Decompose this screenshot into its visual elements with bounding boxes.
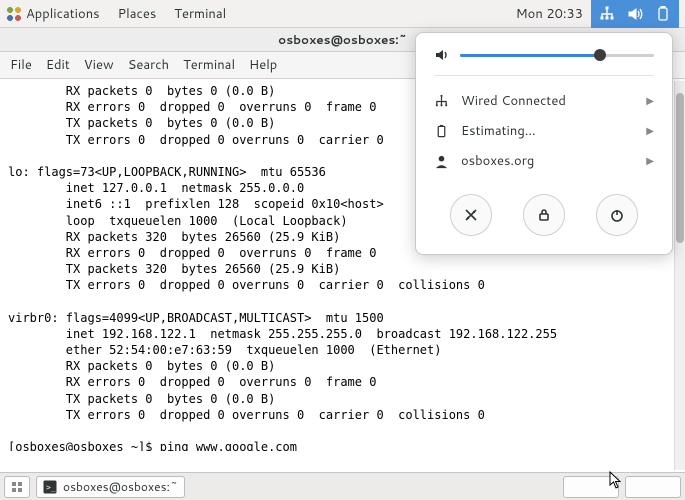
clock[interactable]: Mon 20:33: [516, 5, 583, 23]
lock-icon: [536, 207, 552, 223]
network-label: Wired Connected: [461, 92, 634, 110]
menu-terminal[interactable]: Terminal: [183, 56, 235, 74]
show-desktop-button[interactable]: [4, 476, 30, 498]
chevron-right-icon: ▶: [646, 124, 654, 138]
volume-icon: [627, 6, 643, 22]
workspace-switcher-1[interactable]: [563, 476, 619, 498]
terminal-app-menu[interactable]: Terminal: [174, 5, 226, 23]
app-menu: Applications Places Terminal: [6, 5, 226, 23]
battery-label: Estimating…: [461, 122, 634, 140]
applications-label: Applications: [26, 5, 100, 23]
battery-icon: [655, 6, 671, 22]
system-menu-popover: Wired Connected ▶ Estimating… ▶ osboxes.…: [415, 32, 673, 255]
window-title: osboxes@osboxes:~: [278, 31, 407, 48]
chevron-right-icon: ▶: [646, 94, 654, 108]
battery-icon: [434, 124, 449, 139]
volume-row: [434, 47, 654, 63]
wired-network-icon: [434, 94, 449, 109]
power-icon: [609, 207, 625, 223]
terminal-icon: >_: [43, 480, 57, 494]
slider-thumb[interactable]: [594, 49, 606, 61]
scrollbar-thumb[interactable]: [676, 93, 684, 243]
taskbar-item-label: osboxes@osboxes:~: [63, 478, 178, 495]
slider-fill: [460, 54, 600, 57]
menu-help[interactable]: Help: [249, 56, 277, 74]
show-desktop-icon: [11, 481, 23, 493]
action-buttons: [434, 194, 654, 236]
settings-button[interactable]: [450, 194, 492, 236]
vertical-scrollbar[interactable]: [674, 81, 685, 470]
menu-file[interactable]: File: [10, 56, 32, 74]
workspace-switcher-2[interactable]: [625, 476, 681, 498]
user-item[interactable]: osboxes.org ▶: [434, 146, 654, 176]
network-icon: [599, 6, 615, 22]
places-label: Places: [118, 5, 157, 23]
settings-icon: [463, 207, 479, 223]
power-button[interactable]: [596, 194, 638, 236]
network-item[interactable]: Wired Connected ▶: [434, 86, 654, 116]
applications-menu[interactable]: Applications: [6, 5, 100, 23]
separator: [434, 75, 654, 76]
menu-view[interactable]: View: [84, 56, 114, 74]
volume-icon: [434, 47, 450, 63]
volume-slider[interactable]: [460, 48, 654, 62]
svg-text:>_: >_: [46, 483, 56, 492]
user-label: osboxes.org: [461, 152, 634, 170]
chevron-right-icon: ▶: [646, 154, 654, 168]
lock-button[interactable]: [523, 194, 565, 236]
battery-item[interactable]: Estimating… ▶: [434, 116, 654, 146]
terminal-menu-label: Terminal: [174, 5, 226, 23]
system-tray[interactable]: [591, 0, 679, 28]
menu-edit[interactable]: Edit: [46, 56, 70, 74]
top-panel: Applications Places Terminal Mon 20:33: [0, 0, 685, 28]
distro-logo-icon: [6, 6, 22, 22]
taskbar: >_ osboxes@osboxes:~: [0, 472, 685, 500]
user-icon: [434, 154, 449, 169]
taskbar-item-terminal[interactable]: >_ osboxes@osboxes:~: [36, 476, 185, 498]
places-menu[interactable]: Places: [118, 5, 157, 23]
menu-search[interactable]: Search: [128, 56, 169, 74]
